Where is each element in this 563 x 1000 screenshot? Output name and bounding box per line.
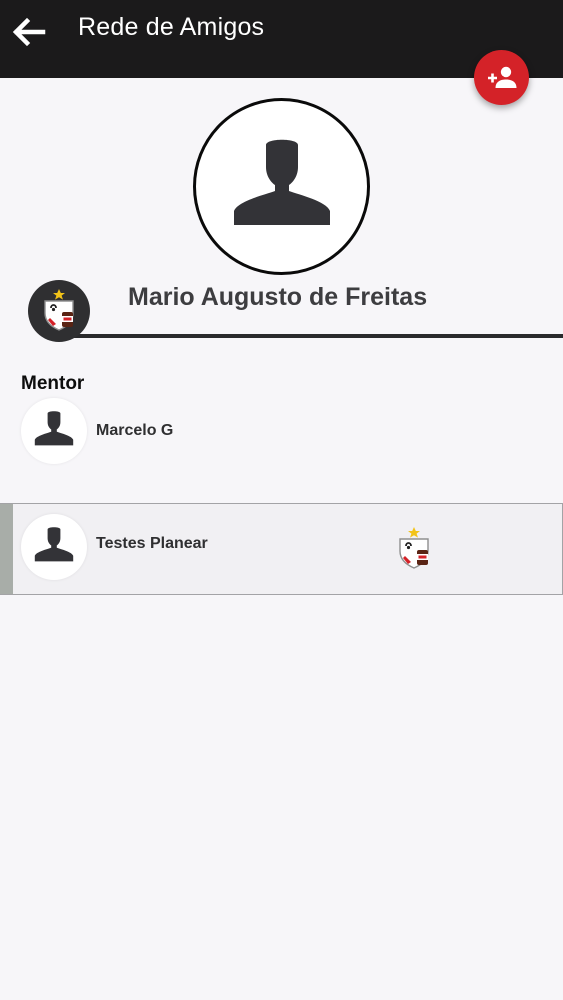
- list-item-marcelo-g[interactable]: Marcelo G: [0, 398, 563, 468]
- profile-photo: [193, 98, 370, 275]
- person-silhouette-icon: [34, 411, 74, 446]
- avatar: [21, 398, 87, 464]
- name-underline: [58, 334, 563, 338]
- team-shield-icon: [44, 289, 74, 331]
- list-item-testes-planear[interactable]: Testes Planear: [0, 503, 563, 595]
- person-silhouette-icon: [34, 527, 74, 562]
- mentor-heading: Mentor: [21, 373, 85, 394]
- person-add-icon: [488, 66, 517, 88]
- profile-name: Mario Augusto de Freitas: [128, 283, 428, 311]
- team-shield-icon: [399, 527, 429, 569]
- arrow-left-icon: [12, 17, 46, 47]
- team-badge: [28, 280, 90, 342]
- avatar: [21, 514, 87, 580]
- page-title: Rede de Amigos: [78, 13, 265, 41]
- back-button[interactable]: [8, 12, 48, 52]
- add-friend-button[interactable]: [474, 50, 529, 105]
- friend-name: Marcelo G: [96, 422, 174, 439]
- friend-name: Testes Planear: [96, 535, 208, 552]
- selected-indicator: [0, 504, 13, 594]
- person-silhouette-icon: [234, 139, 330, 225]
